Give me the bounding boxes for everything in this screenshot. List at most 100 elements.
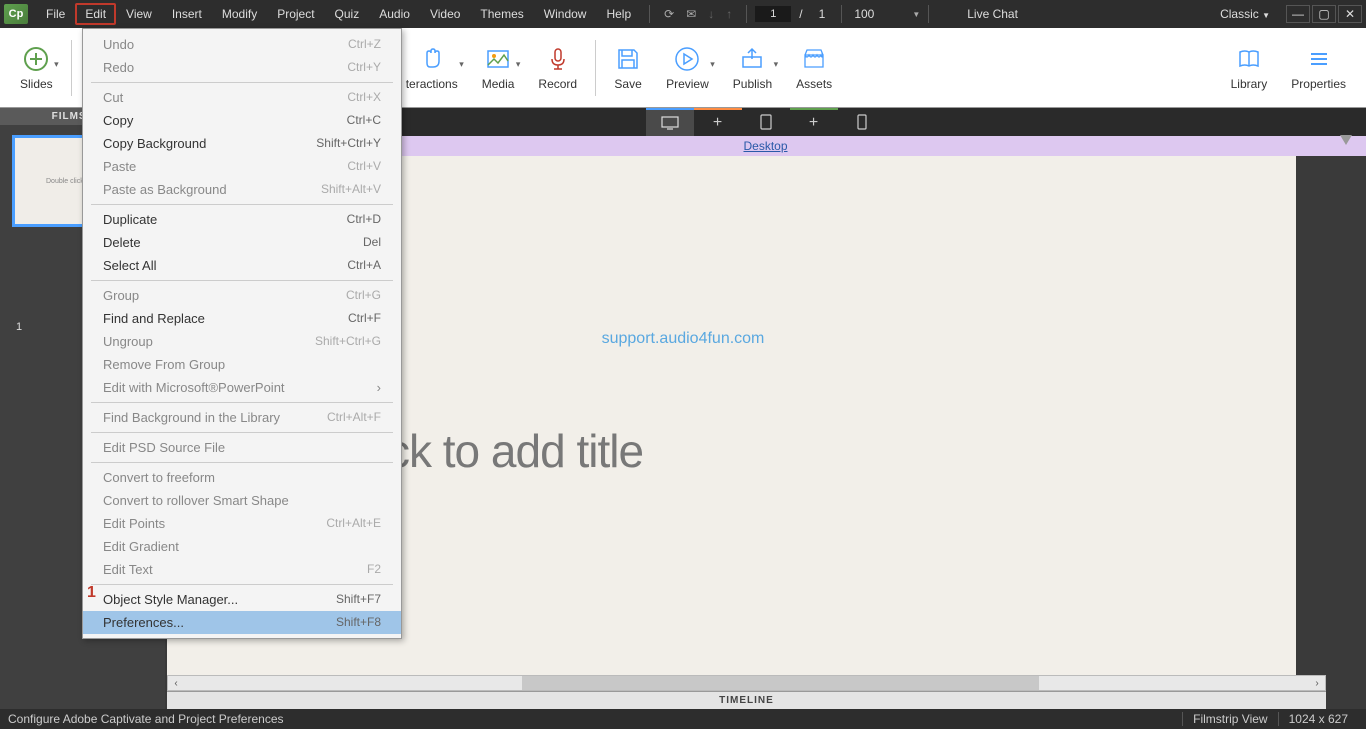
menu-item-shortcut: Ctrl+G [346,288,381,303]
hand-icon [418,45,446,73]
refresh-icon[interactable]: ⟳ [658,5,680,23]
record-button[interactable]: Record [526,41,589,95]
mail-icon[interactable]: ✉ [680,5,702,23]
menu-item-convert-to-freeform: Convert to freeform [83,466,401,489]
menu-modify[interactable]: Modify [212,3,267,25]
menu-item-copy-background[interactable]: Copy BackgroundShift+Ctrl+Y [83,132,401,155]
tablet-tab[interactable] [742,108,790,136]
interactions-button[interactable]: teractions [394,41,470,95]
media-button[interactable]: Media [470,41,527,95]
menu-item-redo: RedoCtrl+Y [83,56,401,79]
menu-separator [91,402,393,403]
breakpoint-marker[interactable] [1340,135,1352,145]
menu-item-label: Cut [103,90,123,105]
menu-window[interactable]: Window [534,3,597,25]
menu-separator [91,280,393,281]
save-button[interactable]: Save [602,41,654,95]
assets-button[interactable]: Assets [784,41,844,95]
chevron-down-icon: ▼ [1262,11,1270,20]
live-chat-button[interactable]: Live Chat [957,3,1028,25]
menu-item-label: Convert to freeform [103,470,215,485]
tool-label: Assets [796,77,832,91]
menu-insert[interactable]: Insert [162,3,212,25]
separator [928,5,929,23]
tool-label: Publish [733,77,772,91]
store-icon [800,45,828,73]
menu-item-edit-gradient: Edit Gradient [83,535,401,558]
desktop-link[interactable]: Desktop [743,139,787,153]
menu-item-shortcut: Shift+F8 [336,615,381,630]
menu-item-edit-points: Edit PointsCtrl+Alt+E [83,512,401,535]
menu-separator [91,584,393,585]
menu-quiz[interactable]: Quiz [325,3,370,25]
library-button[interactable]: Library [1219,41,1280,95]
menu-item-group: Group Ctrl+G [83,284,401,307]
menu-item-label: Convert to rollover Smart Shape [103,493,289,508]
statusbar: Configure Adobe Captivate and Project Pr… [0,709,1366,729]
minimize-button[interactable]: — [1286,5,1310,23]
zoom-level[interactable]: 100 [850,7,900,21]
properties-button[interactable]: Properties [1279,41,1358,95]
menu-view[interactable]: View [116,3,162,25]
menu-item-copy[interactable]: CopyCtrl+C [83,109,401,132]
scroll-thumb[interactable] [522,676,1040,690]
menu-item-preferences[interactable]: Preferences...Shift+F8 [83,611,401,634]
menu-item-label: Edit Text [103,562,153,577]
menu-file[interactable]: File [36,3,75,25]
menu-item-convert-to-rollover-smart-shape: Convert to rollover Smart Shape [83,489,401,512]
upload-icon[interactable]: ↑ [720,5,738,23]
menu-item-shortcut: Shift+F7 [336,592,381,607]
workspace-dropdown[interactable]: Classic ▼ [1212,5,1278,23]
menu-audio[interactable]: Audio [369,3,420,25]
menu-item-shortcut: Ctrl+Y [347,60,381,75]
horizontal-scrollbar[interactable]: ‹ › [167,675,1326,691]
add-device-tab[interactable]: + [790,108,838,136]
desktop-tab[interactable] [646,108,694,136]
menu-item-select-all[interactable]: Select AllCtrl+A [83,254,401,277]
app-logo: Cp [4,4,28,24]
menu-item-find-and-replace[interactable]: Find and ReplaceCtrl+F [83,307,401,330]
menu-separator [91,462,393,463]
menu-item-label: Undo [103,37,134,52]
chevron-down-icon[interactable]: ▼ [912,10,920,19]
menu-item-label: Edit PSD Source File [103,440,225,455]
menu-project[interactable]: Project [267,3,324,25]
slides-button[interactable]: Slides [8,41,65,95]
menu-item-object-style-manager[interactable]: Object Style Manager... Shift+F7 [83,588,401,611]
scroll-right-arrow[interactable]: › [1309,678,1325,689]
download-icon[interactable]: ↓ [702,5,720,23]
menu-item-remove-from-group: Remove From Group [83,353,401,376]
menu-icon [1305,45,1333,73]
menu-item-delete[interactable]: DeleteDel [83,231,401,254]
mobile-tab[interactable] [838,108,886,136]
menu-item-label: Group [103,288,139,303]
menu-item-label: Copy [103,113,133,128]
menu-item-shortcut: Ctrl+Alt+F [327,410,381,425]
menu-item-label: Object Style Manager... [103,592,238,607]
close-button[interactable]: ✕ [1338,5,1362,23]
menu-item-label: Remove From Group [103,357,225,372]
scroll-left-arrow[interactable]: ‹ [168,678,184,689]
menu-item-duplicate[interactable]: DuplicateCtrl+D [83,208,401,231]
book-icon [1235,45,1263,73]
menu-item-shortcut: Ctrl+D [347,212,381,227]
menu-item-label: Copy Background [103,136,206,151]
menu-item-shortcut: Shift+Alt+V [321,182,381,197]
menu-item-label: Paste [103,159,136,174]
menu-item-find-background-in-the-library: Find Background in the LibraryCtrl+Alt+F [83,406,401,429]
tool-label: Slides [20,77,53,91]
menu-help[interactable]: Help [596,3,641,25]
menu-item-paste: Paste Ctrl+V [83,155,401,178]
menu-themes[interactable]: Themes [470,3,533,25]
timeline-panel-header[interactable]: TIMELINE [167,691,1326,709]
menu-video[interactable]: Video [420,3,470,25]
publish-button[interactable]: Publish [721,41,784,95]
menu-item-edit-psd-source-file: Edit PSD Source File [83,436,401,459]
menu-edit[interactable]: Edit [75,3,116,25]
add-device-tab[interactable]: + [694,108,742,136]
maximize-button[interactable]: ▢ [1312,5,1336,23]
page-current-input[interactable] [755,6,791,22]
preview-button[interactable]: Preview [654,41,721,95]
menu-item-ungroup: UngroupShift+Ctrl+G [83,330,401,353]
menu-item-shortcut: Ctrl+V [347,159,381,174]
